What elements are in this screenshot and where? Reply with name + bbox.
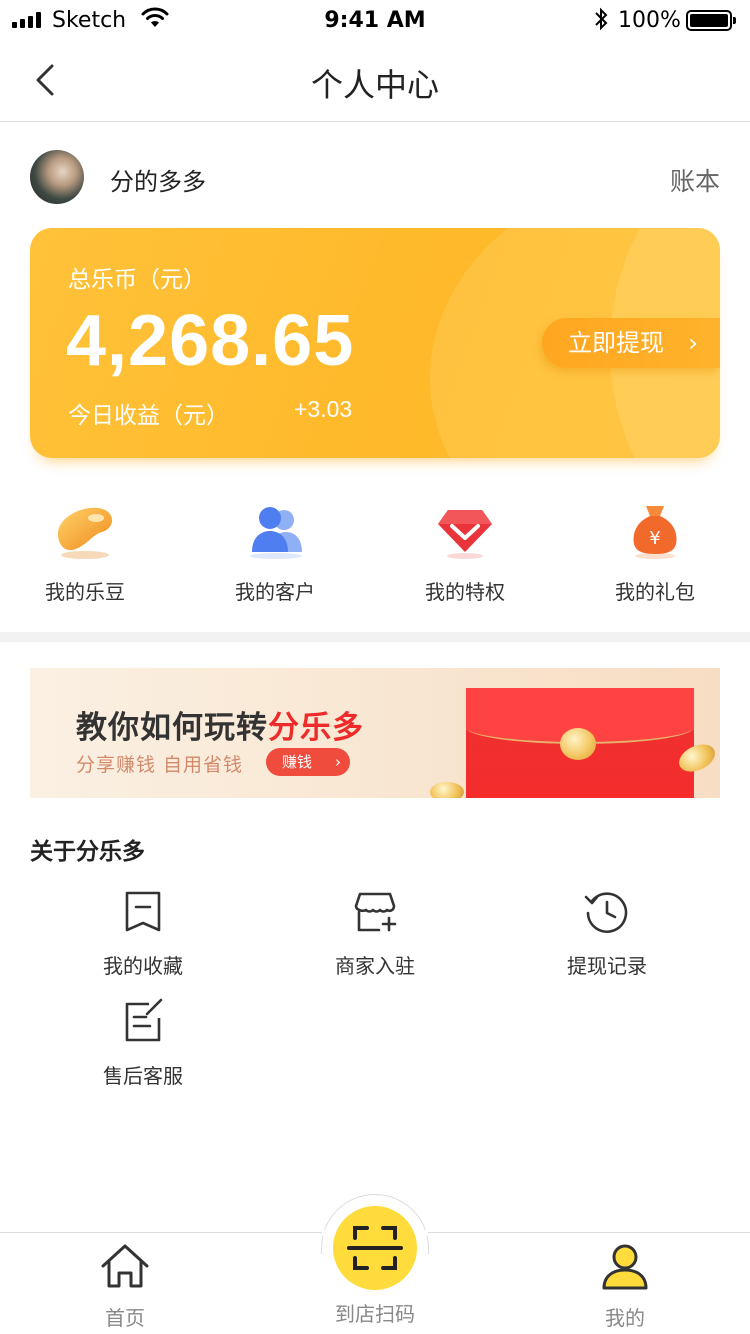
quick-item-label: 我的特权 — [425, 580, 505, 604]
about-item-favorites[interactable]: 我的收藏 — [43, 888, 243, 979]
scan-button[interactable] — [333, 1206, 417, 1290]
about-item-withdraw-history[interactable]: 提现记录 — [507, 888, 707, 979]
quick-actions: 我的乐豆 我的客户 我的特权 ¥ 我的礼包 — [0, 500, 750, 610]
nav-bar: 个人中心 — [0, 40, 750, 122]
ledger-link[interactable]: 账本 — [670, 162, 720, 198]
store-add-icon — [354, 892, 397, 932]
banner-subtitle: 分享赚钱 自用省钱 — [76, 754, 244, 776]
scan-icon — [347, 1226, 403, 1270]
withdraw-button[interactable]: 立即提现 › — [542, 318, 720, 368]
history-icon — [584, 892, 628, 933]
tab-mine-label: 我的 — [605, 1306, 645, 1330]
money-bag-icon: ¥ — [633, 506, 677, 559]
tab-scan-label[interactable]: 到店扫码 — [300, 1298, 450, 1327]
about-item-merchant-join[interactable]: 商家入驻 — [275, 888, 475, 979]
earn-button-label: 赚钱 — [282, 753, 313, 771]
svg-text:¥: ¥ — [649, 528, 660, 549]
earn-button[interactable]: 赚钱 › — [266, 748, 350, 776]
about-section-title: 关于分乐多 — [30, 839, 145, 865]
tab-mine[interactable]: 我的 — [550, 1240, 700, 1331]
section-divider — [0, 632, 750, 642]
withdraw-button-label: 立即提现 — [568, 329, 664, 357]
tab-home[interactable]: 首页 — [50, 1240, 200, 1331]
users-icon — [250, 507, 302, 559]
quick-item-gifts[interactable]: ¥ 我的礼包 — [560, 500, 750, 610]
coin-image — [430, 782, 464, 798]
balance-card: 总乐币（元） 4,268.65 今日收益（元） +3.03 立即提现 › — [30, 228, 720, 458]
edit-note-icon — [125, 998, 163, 1042]
about-item-label: 售后客服 — [103, 1064, 183, 1088]
red-envelope-image — [466, 688, 694, 798]
today-earnings-label: 今日收益（元） — [68, 403, 229, 429]
banner-headline: 教你如何玩转分乐多 — [76, 702, 364, 747]
tab-home-label: 首页 — [105, 1306, 145, 1330]
avatar[interactable] — [30, 150, 84, 204]
user-row: 分的多多 账本 — [30, 150, 720, 204]
quick-item-label: 我的客户 — [235, 580, 315, 604]
envelope-seal — [560, 728, 596, 760]
balance-label: 总乐币（元） — [68, 267, 206, 293]
home-icon — [101, 1244, 149, 1288]
promo-banner[interactable]: 教你如何玩转分乐多 分享赚钱 自用省钱 赚钱 › — [30, 668, 720, 798]
user-icon — [602, 1244, 648, 1290]
diamond-icon — [438, 510, 492, 559]
about-item-label: 商家入驻 — [335, 954, 415, 978]
quick-item-privileges[interactable]: 我的特权 — [370, 500, 560, 610]
page-title: 个人中心 — [310, 66, 439, 104]
quick-item-label: 我的礼包 — [615, 580, 695, 604]
quick-item-beans[interactable]: 我的乐豆 — [0, 500, 180, 610]
quick-item-customers[interactable]: 我的客户 — [180, 500, 370, 610]
about-item-customer-service[interactable]: 售后客服 — [43, 998, 243, 1089]
chevron-right-icon: › — [688, 329, 698, 357]
status-bar: Sketch 9:41 AM 100% — [0, 0, 750, 40]
bluetooth-icon — [595, 7, 608, 31]
about-item-label: 我的收藏 — [103, 954, 183, 978]
chevron-right-icon: › — [335, 753, 341, 771]
battery-icon — [686, 10, 736, 31]
bookmark-icon — [125, 891, 161, 932]
today-earnings-value: +3.03 — [294, 396, 353, 422]
banner-headline-prefix: 教你如何玩转 — [76, 710, 268, 746]
about-item-label: 提现记录 — [567, 954, 647, 978]
balance-amount: 4,268.65 — [66, 301, 355, 381]
bean-icon — [57, 507, 113, 559]
quick-item-label: 我的乐豆 — [45, 580, 125, 604]
user-name: 分的多多 — [110, 168, 206, 196]
banner-headline-accent: 分乐多 — [268, 710, 364, 746]
battery-percent: 100% — [618, 8, 681, 33]
